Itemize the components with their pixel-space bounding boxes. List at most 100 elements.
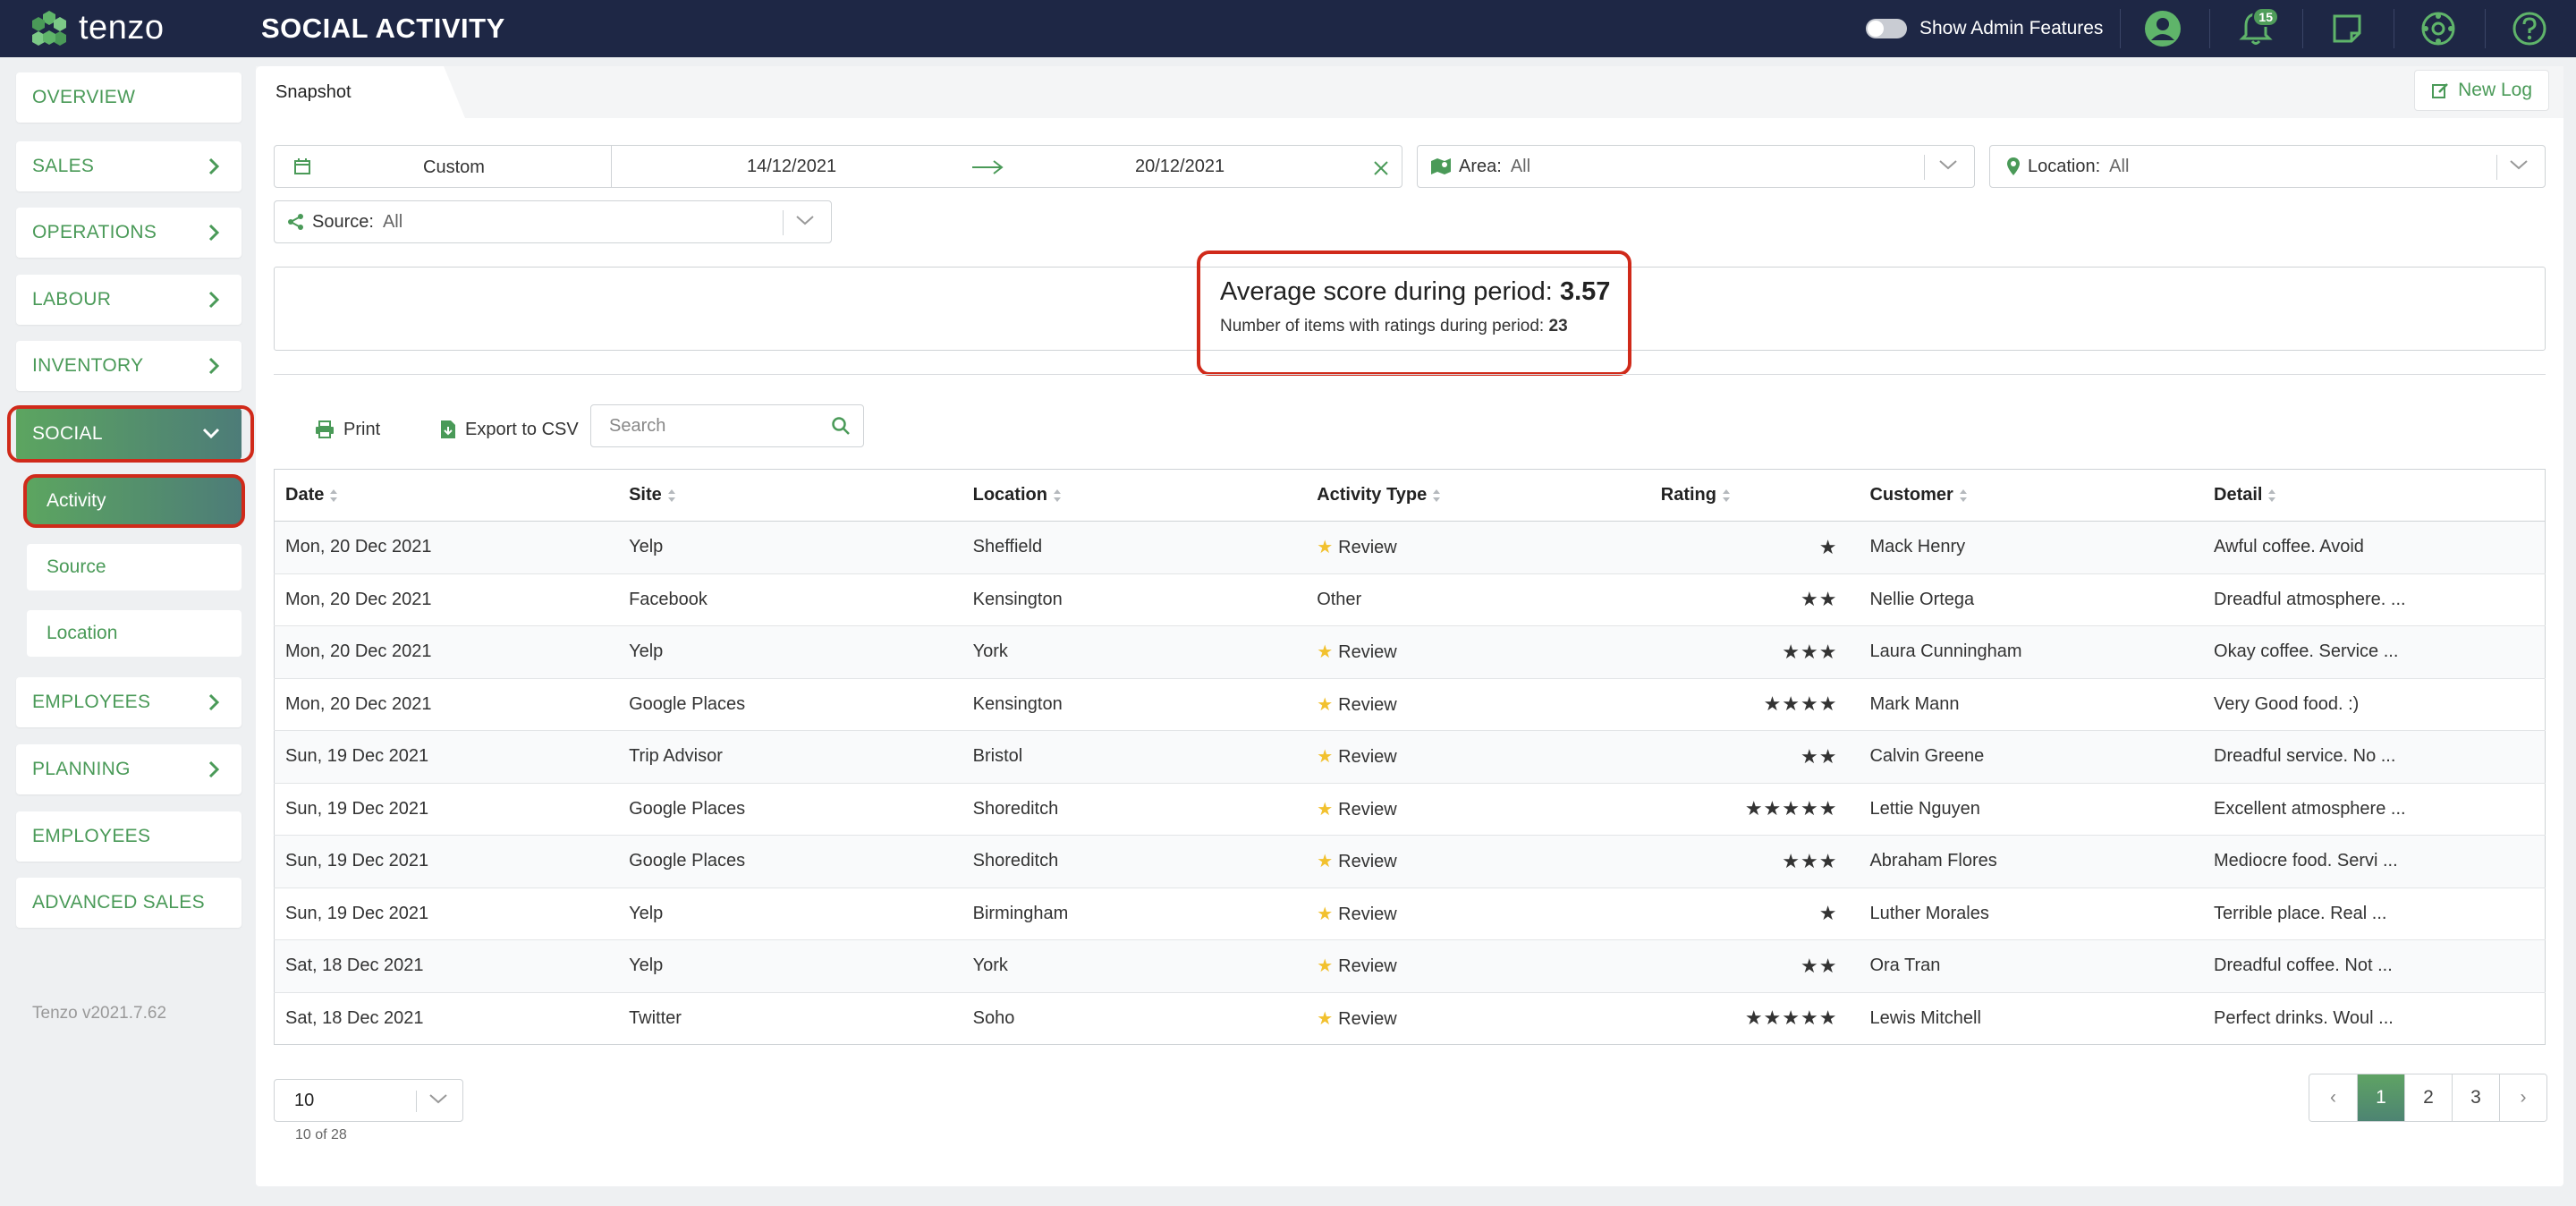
column-header-label: Location [972,485,1047,505]
site-cell: Yelp [618,939,962,992]
logo-text: tenzo [79,8,165,47]
table-row[interactable]: Sun, 19 Dec 2021 Google Places Shoreditch ★… [274,835,2546,888]
end-date-input[interactable]: 20/12/2021 [1135,157,1224,177]
chevron-down-icon [202,428,220,439]
note-icon[interactable] [2326,7,2368,50]
location-cell: Shoreditch [962,782,1307,836]
chevron-right-icon [208,291,220,309]
location-label: Location: [2028,156,2101,176]
toggle-switch[interactable] [1866,19,1907,38]
sort-icon[interactable] [1432,488,1441,503]
tab-snapshot[interactable]: Snapshot [256,66,444,118]
table-row[interactable]: Sat, 18 Dec 2021 Yelp York ★ Review ★★ Ora Tra… [274,939,2546,992]
next-page-button[interactable]: › [2499,1074,2546,1121]
location-filter[interactable]: Location: All [1989,145,2546,188]
new-log-button[interactable]: New Log [2414,70,2549,111]
activity-type-cell: ★ Review [1306,782,1650,836]
customer-cell: Lettie Nguyen [1859,782,2204,836]
column-header-rating[interactable]: Rating [1649,469,1860,522]
column-header-customer[interactable]: Customer [1859,469,2204,522]
table-row[interactable]: Mon, 20 Dec 2021 Yelp Sheffield ★ Review ★ Mac… [274,521,2546,573]
sidebar-item-planning[interactable]: PLANNING [16,744,242,794]
source-filter[interactable]: Source: All [274,200,832,243]
table-row[interactable]: Sat, 18 Dec 2021 Twitter Soho ★ Review ★★★★★ L… [274,991,2546,1045]
record-count: 10 of 28 [295,1127,347,1142]
column-header-location[interactable]: Location [962,469,1307,522]
page-button-2[interactable]: 2 [2404,1074,2452,1121]
clear-icon[interactable] [1373,160,1389,176]
date-cell: Mon, 20 Dec 2021 [274,677,619,731]
sidebar-item-social[interactable]: SOCIAL [16,408,242,460]
activity-type-cell: ★ Review [1306,677,1650,731]
detail-cell: Dreadful service. No ... [2203,730,2546,783]
print-button[interactable]: Print [315,410,380,449]
rating-stars: ★★★★ [1649,677,1860,731]
settings-icon[interactable] [2417,7,2460,50]
rating-stars: ★★ [1649,730,1860,783]
chevron-right-icon [208,357,220,375]
sort-icon[interactable] [1053,488,1062,503]
star-icon: ★ [1317,642,1334,663]
sidebar-item-labour[interactable]: LABOUR [16,275,242,325]
activity-type-cell: ★ Review [1306,521,1650,573]
admin-features-label: Show Admin Features [1919,18,2104,38]
bell-icon[interactable]: 15 [2234,7,2279,50]
detail-cell: Awful coffee. Avoid [2203,521,2546,573]
detail-cell: Dreadful atmosphere. ... [2203,573,2546,626]
sidebar-subitem-source[interactable]: Source [27,544,242,590]
sidebar-item-overview[interactable]: OVERVIEW [16,72,242,123]
range-type-select[interactable]: Custom [423,157,485,178]
column-header-label: Customer [1869,485,1953,505]
page-button-1[interactable]: 1 [2357,1074,2404,1121]
sort-icon[interactable] [667,488,676,503]
sidebar-item-sales[interactable]: SALES [16,141,242,191]
sidebar-item-employees-2[interactable]: EMPLOYEES [16,811,242,862]
column-header-activity-type[interactable]: Activity Type [1306,469,1650,522]
date-cell: Sat, 18 Dec 2021 [274,939,619,992]
new-log-label: New Log [2458,80,2532,100]
column-header-date[interactable]: Date [274,469,619,522]
date-range-filter[interactable]: Custom 14/12/2021 20/12/2021 [274,145,1402,188]
site-cell: Twitter [618,991,962,1045]
sort-icon[interactable] [329,488,338,503]
page-button-3[interactable]: 3 [2452,1074,2499,1121]
start-date-input[interactable]: 14/12/2021 [747,157,836,177]
sidebar-item-advanced-sales[interactable]: ADVANCED SALES [16,878,242,928]
prev-page-button[interactable]: ‹ [2309,1074,2357,1121]
admin-features-toggle[interactable]: Show Admin Features [1866,18,2103,39]
sort-icon[interactable] [2267,488,2276,503]
table-row[interactable]: Mon, 20 Dec 2021 Google Places Kensington ★… [274,677,2546,731]
divider [2496,155,2497,180]
sort-icon[interactable] [1959,488,1968,503]
detail-cell: Very Good food. :) [2203,677,2546,731]
table-row[interactable]: Mon, 20 Dec 2021 Yelp York ★ Review ★★★ Laura … [274,625,2546,678]
help-icon[interactable] [2508,7,2551,50]
sidebar-subitem-location[interactable]: Location [27,610,242,657]
user-icon[interactable] [2141,7,2184,50]
star-icon: ★ [1317,538,1334,558]
sidebar-item-operations[interactable]: OPERATIONS [16,208,242,258]
sort-icon[interactable] [1722,488,1731,503]
sidebar-subitem-activity[interactable]: Activity [27,478,242,524]
table-row[interactable]: Sun, 19 Dec 2021 Yelp Birmingham ★ Review ★ Lu… [274,887,2546,940]
customer-cell: Ora Tran [1859,939,2204,992]
column-header-detail[interactable]: Detail [2203,469,2546,522]
table-row[interactable]: Mon, 20 Dec 2021 Facebook Kensington Other ★… [274,573,2546,626]
table-row[interactable]: Sun, 19 Dec 2021 Google Places Shoreditch ★… [274,782,2546,836]
table-row[interactable]: Sun, 19 Dec 2021 Trip Advisor Bristol ★ Revi… [274,730,2546,783]
page-size-select[interactable]: 10 [274,1079,463,1122]
sidebar-item-inventory[interactable]: INVENTORY [16,341,242,391]
arrow-right-icon [972,160,1004,174]
location-cell: Sheffield [962,521,1307,573]
column-header-site[interactable]: Site [618,469,962,522]
export-csv-button[interactable]: Export to CSV [440,410,579,449]
logo[interactable]: tenzo [29,7,164,48]
area-filter[interactable]: Area: All [1417,145,1975,188]
star-icon: ★ [1317,1008,1334,1029]
search-box[interactable] [590,404,864,447]
activity-type-label: Review [1338,852,1397,872]
rating-stars: ★★★★★ [1649,782,1860,836]
sidebar-item-employees[interactable]: EMPLOYEES [16,677,242,727]
search-icon[interactable] [831,416,851,436]
search-input[interactable] [591,415,815,437]
